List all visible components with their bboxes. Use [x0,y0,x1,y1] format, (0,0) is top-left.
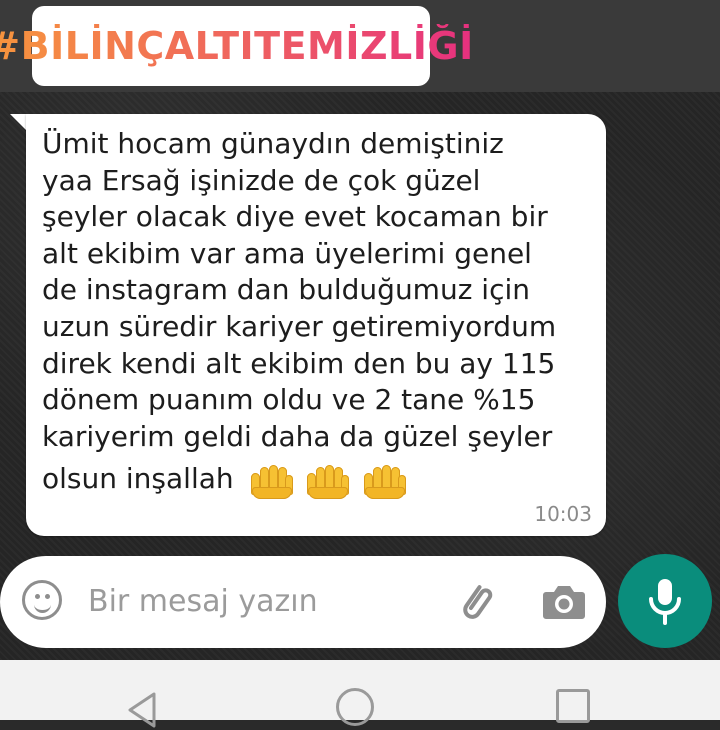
home-icon[interactable] [336,688,374,726]
microphone-icon [649,579,681,625]
message-input-bar[interactable]: Bir mesaj yazın [0,556,606,648]
hashtag-sticker: #BİLİNÇALTITEMİZLİĞİ [0,6,473,86]
message-line: dönem puanım oldu ve 2 tane %15 [42,383,536,417]
paperclip-icon[interactable] [452,578,500,626]
message-line: şeyler olacak diye evet kocaman bir [42,200,548,234]
raising-hands-icon [305,463,350,499]
recent-apps-icon[interactable] [556,689,590,723]
message-line: Ümit hocam günaydın demiştiniz [42,127,504,160]
raising-hands-icon [249,463,293,499]
message-line: uzun süredir kariyer getiremiyordum [42,309,557,343]
camera-icon[interactable] [540,582,588,622]
message-line: direk kendi alt ekibim den bu ay 115 [42,346,556,380]
message-input-placeholder[interactable]: Bir mesaj yazın [88,584,318,619]
message-line: alt ekibim var ama üyelerimi genel [42,236,532,270]
raising-hands-emoji-group [249,462,411,499]
message-line: kariyerim geldi daha da güzel şeyler [42,419,553,453]
smiley-icon[interactable] [22,580,62,620]
microphone-button[interactable] [618,554,712,648]
raising-hands-icon [362,463,407,499]
message-bubble[interactable]: Ümit hocam günaydın demiştiniz yaa Ersağ… [26,114,606,536]
hashtag-text: #BİLİNÇALTITEMİZLİĞİ [0,24,474,68]
message-last-line: olsun inşallah [42,461,590,499]
message-line: olsun inşallah [42,462,234,496]
back-icon[interactable] [124,690,160,730]
message-line: de instagram dan bulduğumuz için [42,273,531,307]
message-timestamp: 10:03 [534,502,592,526]
message-line: yaa Ersağ işinizde de çok güzel [42,163,481,197]
message-text: Ümit hocam günaydın demiştiniz yaa Ersağ… [42,126,590,499]
